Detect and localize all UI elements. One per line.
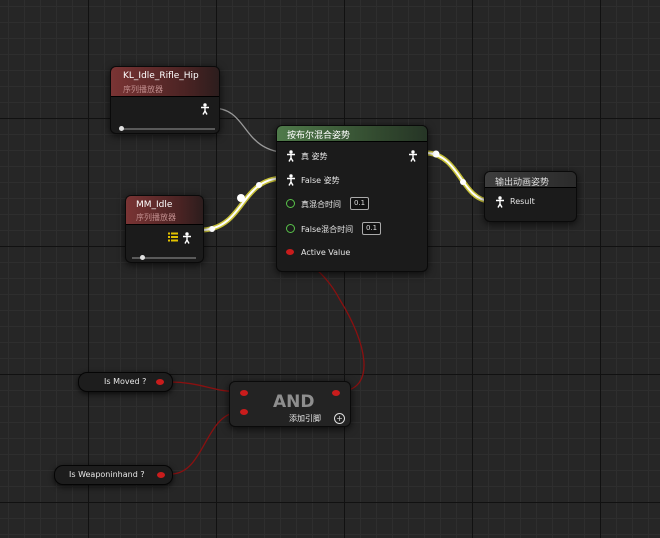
node-output-animation-pose[interactable]: 输出动画姿势 Result — [484, 171, 577, 222]
result-pin-icon[interactable] — [495, 196, 505, 208]
false-pose-label: False 姿势 — [301, 176, 340, 185]
node-title: 按布尔混合姿势 — [287, 131, 351, 141]
bool-output-pin[interactable] — [157, 472, 165, 478]
variable-label: Is Weaponinhand ? — [69, 470, 145, 479]
wire-mm-idle-to-blend — [203, 177, 283, 231]
active-value-pin[interactable] — [286, 249, 294, 255]
add-pin-label[interactable]: 添加引脚 — [289, 413, 321, 424]
wire-bubble — [209, 226, 215, 232]
output-pose-pin-icon[interactable] — [408, 150, 418, 162]
node-title: KL_Idle_Rifle_Hip — [123, 71, 199, 81]
wire-bubble — [432, 150, 440, 158]
true-blend-time-input[interactable]: 0.1 — [350, 197, 370, 210]
wire-bubble — [460, 179, 466, 185]
pose-pin-icon[interactable] — [200, 103, 210, 115]
wire-blend-to-output-glow — [427, 150, 491, 204]
plus-circle-icon[interactable]: + — [334, 413, 345, 424]
list-icon[interactable] — [168, 232, 178, 242]
and-input-pin-a[interactable] — [240, 390, 248, 396]
node-title: MM_Idle — [136, 200, 173, 210]
true-pose-label: 真 姿势 — [301, 152, 328, 161]
play-position-slider[interactable] — [119, 126, 215, 131]
bool-output-pin[interactable] — [156, 379, 164, 385]
node-title: AND — [273, 392, 315, 412]
wire-mm-idle-to-blend-glow — [203, 175, 283, 233]
wire-blend-to-output — [427, 152, 491, 202]
false-blend-time-pin[interactable] — [286, 224, 295, 233]
node-subtitle: 序列播放器 — [136, 213, 176, 222]
node-and[interactable]: AND 添加引脚 + — [229, 381, 351, 427]
variable-label: Is Moved ? — [104, 377, 147, 386]
wire-bubble — [256, 182, 262, 188]
variable-is-moved[interactable]: Is Moved ? — [78, 372, 173, 392]
slider-knob[interactable] — [119, 126, 124, 131]
variable-is-weaponinhand[interactable]: Is Weaponinhand ? — [54, 465, 173, 485]
true-pose-pin-icon[interactable] — [286, 150, 296, 162]
node-title: 输出动画姿势 — [495, 178, 550, 188]
play-position-slider[interactable] — [132, 255, 196, 260]
and-input-pin-b[interactable] — [240, 409, 248, 415]
node-kl-idle-rifle-hip[interactable]: KL_Idle_Rifle_Hip 序列播放器 — [110, 66, 220, 134]
and-output-pin[interactable] — [332, 390, 340, 396]
true-blend-time-label: 真混合时间 — [301, 200, 341, 209]
node-blend-poses-by-bool[interactable]: 按布尔混合姿势 真 姿势 False 姿势 真混合时间 0.1 False混合时… — [276, 125, 428, 272]
wire-bubble — [237, 194, 245, 202]
result-label: Result — [510, 197, 535, 206]
wire-and-to-active-value — [275, 251, 365, 393]
false-blend-time-input[interactable]: 0.1 — [362, 222, 382, 235]
false-blend-time-label: False混合时间 — [301, 225, 354, 234]
node-subtitle: 序列播放器 — [123, 85, 163, 94]
active-value-label: Active Value — [301, 248, 351, 257]
node-mm-idle[interactable]: MM_Idle 序列播放器 — [125, 195, 204, 263]
true-blend-time-pin[interactable] — [286, 199, 295, 208]
pose-pin-icon[interactable] — [182, 232, 192, 244]
slider-knob[interactable] — [140, 255, 145, 260]
false-pose-pin-icon[interactable] — [286, 174, 296, 186]
